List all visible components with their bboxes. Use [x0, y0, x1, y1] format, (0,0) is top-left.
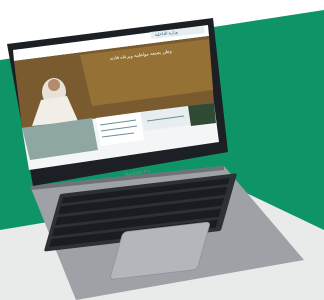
- laptop-scene: MacBook Pro وزارة الداخلية وطن يصنعه موا…: [0, 0, 324, 300]
- news-card[interactable]: [96, 112, 144, 146]
- promo-card[interactable]: [188, 103, 216, 126]
